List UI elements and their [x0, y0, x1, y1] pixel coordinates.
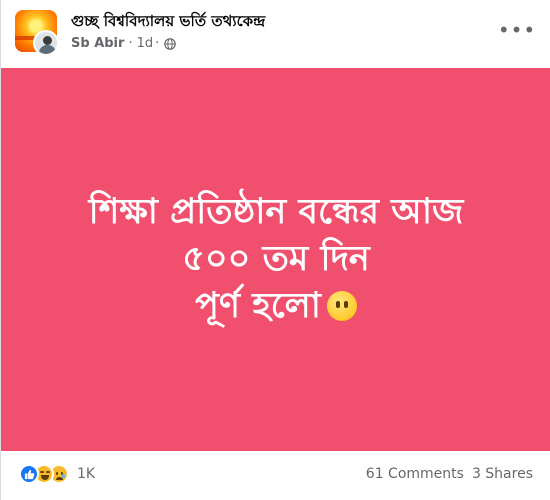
globe-icon[interactable]	[164, 37, 177, 50]
like-icon	[19, 464, 39, 484]
post-text-line-3-row: পূর্ণ হলো	[89, 283, 464, 330]
post-text-background[interactable]: শিক্ষা প্রতিষ্ঠান বন্ধের আজ ৫০০ তম দিন প…	[1, 68, 550, 451]
author-avatar[interactable]	[33, 30, 59, 56]
sad-tear	[62, 474, 65, 478]
more-options-icon[interactable]: •••	[498, 18, 535, 42]
no-mouth-face-emoji	[326, 291, 357, 321]
post-text: শিক্ষা প্রতিষ্ঠান বন্ধের আজ ৫০০ তম দিন প…	[89, 189, 464, 330]
author-name-link[interactable]: Sb Abir	[71, 36, 124, 51]
avatar-head	[43, 36, 52, 45]
sad-eye-left	[56, 472, 58, 475]
post-text-line-2: ৫০০ তম দিন	[182, 239, 370, 279]
avatar-body	[39, 45, 56, 54]
post-footer: 1K 61 Comments 3 Shares	[1, 451, 550, 500]
meta-separator-2: ·	[155, 36, 160, 51]
engagement-stats: 61 Comments 3 Shares	[366, 466, 533, 482]
meta-separator: ·	[128, 36, 133, 51]
post-text-line-3: পূর্ণ হলো	[195, 286, 321, 326]
post-header: গুচ্ছ বিশ্ববিদ্যালয় ভর্তি তথ্যকেন্দ্র S…	[1, 0, 550, 68]
group-name-link[interactable]: গুচ্ছ বিশ্ববিদ্যালয় ভর্তি তথ্যকেন্দ্র	[71, 10, 265, 35]
haha-eye-left	[40, 471, 44, 473]
emoji-eye-left	[335, 301, 340, 308]
post-timestamp[interactable]: 1d	[137, 36, 154, 51]
thumbs-up-icon	[24, 469, 34, 479]
haha-eye-right	[46, 471, 50, 473]
reactions-summary[interactable]: 1K	[19, 464, 95, 484]
reaction-count: 1K	[77, 466, 96, 482]
comments-count-link[interactable]: 61 Comments	[366, 466, 464, 482]
post-text-line-1: শিক্ষা প্রতিষ্ঠান বন্ধের আজ	[88, 192, 464, 232]
shares-count-link[interactable]: 3 Shares	[472, 466, 533, 482]
facebook-post: গুচ্ছ বিশ্ববিদ্যালয় ভর্তি তথ্যকেন্দ্র S…	[0, 0, 550, 500]
post-meta: Sb Abir · 1d ·	[71, 36, 177, 51]
emoji-eye-right	[343, 301, 348, 308]
haha-mouth	[41, 475, 49, 480]
